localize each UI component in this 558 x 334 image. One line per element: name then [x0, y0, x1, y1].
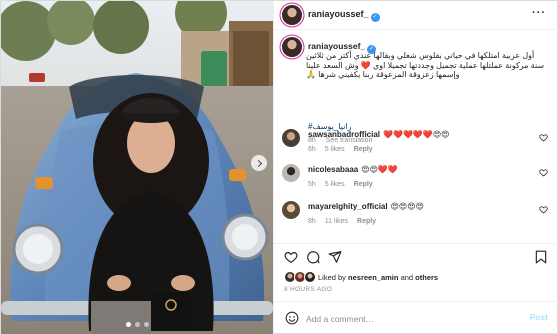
comment-text: 😍😍❤️❤️: [361, 165, 398, 174]
comment-like-heart-icon[interactable]: [539, 168, 548, 177]
caption-text: أول عربية امتلكها في حياتي بفلوس شغلي وب…: [306, 51, 545, 80]
comment-time: 5h: [308, 181, 316, 188]
comment-time: 8h: [308, 218, 316, 225]
comment-body: sawsanbadrofficial ❤️❤️❤️❤️❤️😍😍: [308, 130, 450, 139]
commenter-username[interactable]: nicolesabaaa: [308, 165, 358, 174]
photo-illustration: [1, 1, 273, 334]
comment-likes[interactable]: 11 likes: [325, 218, 348, 225]
comment-likes[interactable]: 5 likes: [325, 181, 345, 188]
carousel-next-button[interactable]: [251, 155, 267, 171]
comment-likes[interactable]: 5 likes: [325, 146, 345, 153]
likes-summary: Liked by nesreen_amin and others: [284, 271, 554, 285]
comment-body: mayarelghity_official 😍😍😍😍: [308, 202, 424, 211]
commenter-username[interactable]: sawsanbadrofficial: [308, 130, 380, 139]
comment-meta: 6h 5 likes Reply: [308, 146, 382, 153]
comment-body: nicolesabaaa 😍😍❤️❤️: [308, 165, 398, 174]
likes-middle: and: [398, 273, 416, 282]
comment-time: 6h: [308, 146, 316, 153]
heart-icon[interactable]: [284, 250, 298, 264]
comment-item: mayarelghity_official 😍😍😍😍 8h 11 likes Repl…: [282, 199, 558, 233]
comment-item: nicolesabaaa 😍😍❤️❤️ 5h 5 likes Reply: [282, 162, 558, 196]
bookmark-icon[interactable]: [534, 250, 548, 264]
liker-username[interactable]: nesreen_amin: [348, 273, 398, 282]
carousel-indicator: [1, 322, 273, 327]
add-comment-input[interactable]: [306, 311, 496, 326]
likes-others-link[interactable]: others: [415, 273, 438, 282]
carousel-dot: [143, 322, 149, 327]
more-options-icon[interactable]: ···: [532, 7, 546, 19]
commenter-avatar[interactable]: [282, 129, 300, 147]
instagram-post: raniayoussef_ ✓ ··· raniayoussef_ ✓ أول عر…: [0, 0, 558, 334]
chevron-right-icon: [254, 159, 262, 167]
liker-avatar[interactable]: [304, 271, 316, 283]
comment-meta: 8h 11 likes Reply: [308, 218, 385, 225]
verified-badge-icon: ✓: [370, 13, 380, 22]
author-username-text[interactable]: raniayoussef_: [308, 9, 369, 19]
author-username[interactable]: raniayoussef_ ✓: [308, 9, 380, 22]
add-comment-bar: Post: [274, 301, 558, 334]
action-bar: [274, 243, 558, 269]
comment-icon[interactable]: [306, 250, 320, 264]
emoji-icon[interactable]: [285, 311, 299, 325]
comment-item: sawsanbadrofficial ❤️❤️❤️❤️❤️😍😍 6h 5 likes…: [282, 127, 558, 161]
commenter-avatar[interactable]: [282, 201, 300, 219]
caption-username-text[interactable]: raniayoussef_: [308, 41, 365, 51]
commenter-username[interactable]: mayarelghity_official: [308, 202, 388, 211]
author-avatar[interactable]: [282, 5, 302, 25]
carousel-dot: [125, 322, 131, 327]
comment-text: ❤️❤️❤️❤️❤️😍😍: [383, 130, 450, 139]
commenter-avatar[interactable]: [282, 164, 300, 182]
comment-meta: 5h 5 likes Reply: [308, 181, 382, 188]
likes-text: Liked by nesreen_amin and others: [318, 273, 438, 282]
share-icon[interactable]: [328, 250, 342, 264]
post-header: raniayoussef_ ✓ ···: [274, 1, 558, 30]
comment-like-heart-icon[interactable]: [539, 205, 548, 214]
likes-prefix: Liked by: [318, 273, 349, 282]
comment-text: 😍😍😍😍: [390, 202, 424, 211]
comment-like-heart-icon[interactable]: [539, 133, 548, 142]
reply-button[interactable]: Reply: [357, 218, 376, 225]
post-photo[interactable]: [1, 1, 273, 334]
caption-avatar[interactable]: [282, 37, 302, 57]
reply-button[interactable]: Reply: [354, 181, 373, 188]
post-details-panel: raniayoussef_ ✓ ··· raniayoussef_ ✓ أول عر…: [273, 1, 558, 334]
post-comment-button[interactable]: Post: [530, 312, 548, 322]
post-timestamp: 8 HOURS AGO: [284, 286, 333, 293]
reply-button[interactable]: Reply: [354, 146, 373, 153]
carousel-dot: [134, 322, 140, 327]
